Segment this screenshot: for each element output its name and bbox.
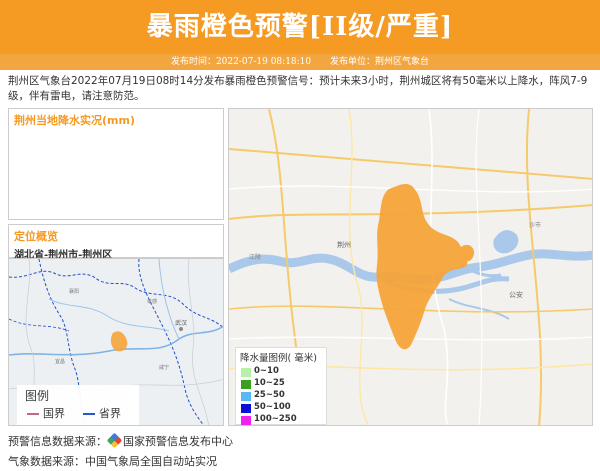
svg-text:孝感: 孝感 bbox=[147, 298, 157, 305]
overview-mini-map[interactable]: 武汉 孝感 襄阳 宜昌 咸宁 图例 国界 省界 bbox=[8, 258, 224, 426]
weather-source-label: 气象数据来源： bbox=[8, 455, 85, 468]
rain-panel-title: 荆州当地降水实况(mm) bbox=[14, 114, 135, 127]
rain-label-2: 25~50 bbox=[254, 390, 285, 400]
location-panel-title: 定位概览 bbox=[14, 230, 58, 243]
province-border-label: 省界 bbox=[99, 407, 121, 420]
svg-text:江陵: 江陵 bbox=[249, 253, 261, 261]
warning-title: 暴雨橙色预警[II级/严重] bbox=[146, 12, 454, 42]
rain-observation-panel: 荆州当地降水实况(mm) bbox=[8, 108, 224, 220]
rain-swatch-4 bbox=[241, 416, 251, 425]
warning-center-logo-icon bbox=[106, 432, 123, 449]
warning-banner: 暴雨橙色预警[II级/严重] bbox=[0, 0, 600, 54]
national-border-swatch bbox=[27, 413, 39, 415]
rain-label-0: 0~10 bbox=[254, 366, 279, 376]
weather-source: 气象数据来源：中国气象局全国自动站实况 bbox=[8, 453, 217, 469]
rain-label-4: 100~250 bbox=[254, 414, 297, 424]
warning-summary: 荆州区气象台2022年07月19日08时14分发布暴雨橙色预警信号：预计未来3小… bbox=[8, 75, 588, 102]
rain-legend-title: 降水量图例( 毫米) bbox=[240, 353, 317, 364]
rain-legend-item: 10~25 bbox=[236, 378, 326, 390]
svg-text:宜昌: 宜昌 bbox=[55, 358, 65, 365]
rain-swatch-1 bbox=[241, 380, 251, 389]
warning-source-value: 国家预警信息发布中心 bbox=[123, 435, 233, 448]
rain-swatch-2 bbox=[241, 392, 251, 401]
rain-label-1: 10~25 bbox=[254, 378, 285, 388]
warning-meta-bar: 发布时间：2022-07-19 08:18:10 发布单位：荆州区气象台 bbox=[0, 54, 600, 70]
mini-map-legend: 图例 国界 省界 bbox=[17, 385, 139, 425]
mini-legend-title: 图例 bbox=[25, 389, 50, 403]
rain-legend: 降水量图例( 毫米) 0~10 10~25 25~50 50~100 100~2… bbox=[235, 347, 327, 425]
rain-swatch-3 bbox=[241, 404, 251, 413]
rain-label-3: 50~100 bbox=[254, 402, 291, 412]
svg-text:襄阳: 襄阳 bbox=[69, 288, 79, 295]
svg-text:武汉: 武汉 bbox=[175, 319, 187, 327]
svg-text:咸宁: 咸宁 bbox=[159, 364, 169, 371]
publish-time: 发布时间：2022-07-19 08:18:10 bbox=[170, 57, 312, 67]
svg-text:沙市: 沙市 bbox=[529, 221, 541, 229]
rain-swatch-0 bbox=[241, 368, 251, 377]
rain-legend-item: 0~10 bbox=[236, 366, 326, 378]
location-overview-panel: 定位概览 湖北省-荆州市-荆州区 bbox=[8, 224, 224, 261]
publisher: 发布单位：荆州区气象台 bbox=[330, 57, 430, 67]
weather-source-value: 中国气象局全国自动站实况 bbox=[85, 455, 217, 468]
svg-text:公安: 公安 bbox=[509, 290, 523, 299]
rain-legend-item: 100~250 bbox=[236, 414, 326, 425]
warning-source: 预警信息数据来源： 国家预警信息发布中心 bbox=[8, 432, 233, 449]
national-border-label: 国界 bbox=[43, 407, 65, 420]
svg-text:荆州: 荆州 bbox=[337, 240, 351, 249]
province-border-swatch bbox=[83, 413, 95, 415]
warning-source-label: 预警信息数据来源： bbox=[8, 435, 107, 448]
rain-legend-item: 50~100 bbox=[236, 402, 326, 414]
warning-area-map[interactable]: 荆州 公安 江陵 沙市 降水量图例( 毫米) 0~10 10~25 25~50 … bbox=[228, 108, 593, 426]
rain-legend-item: 25~50 bbox=[236, 390, 326, 402]
